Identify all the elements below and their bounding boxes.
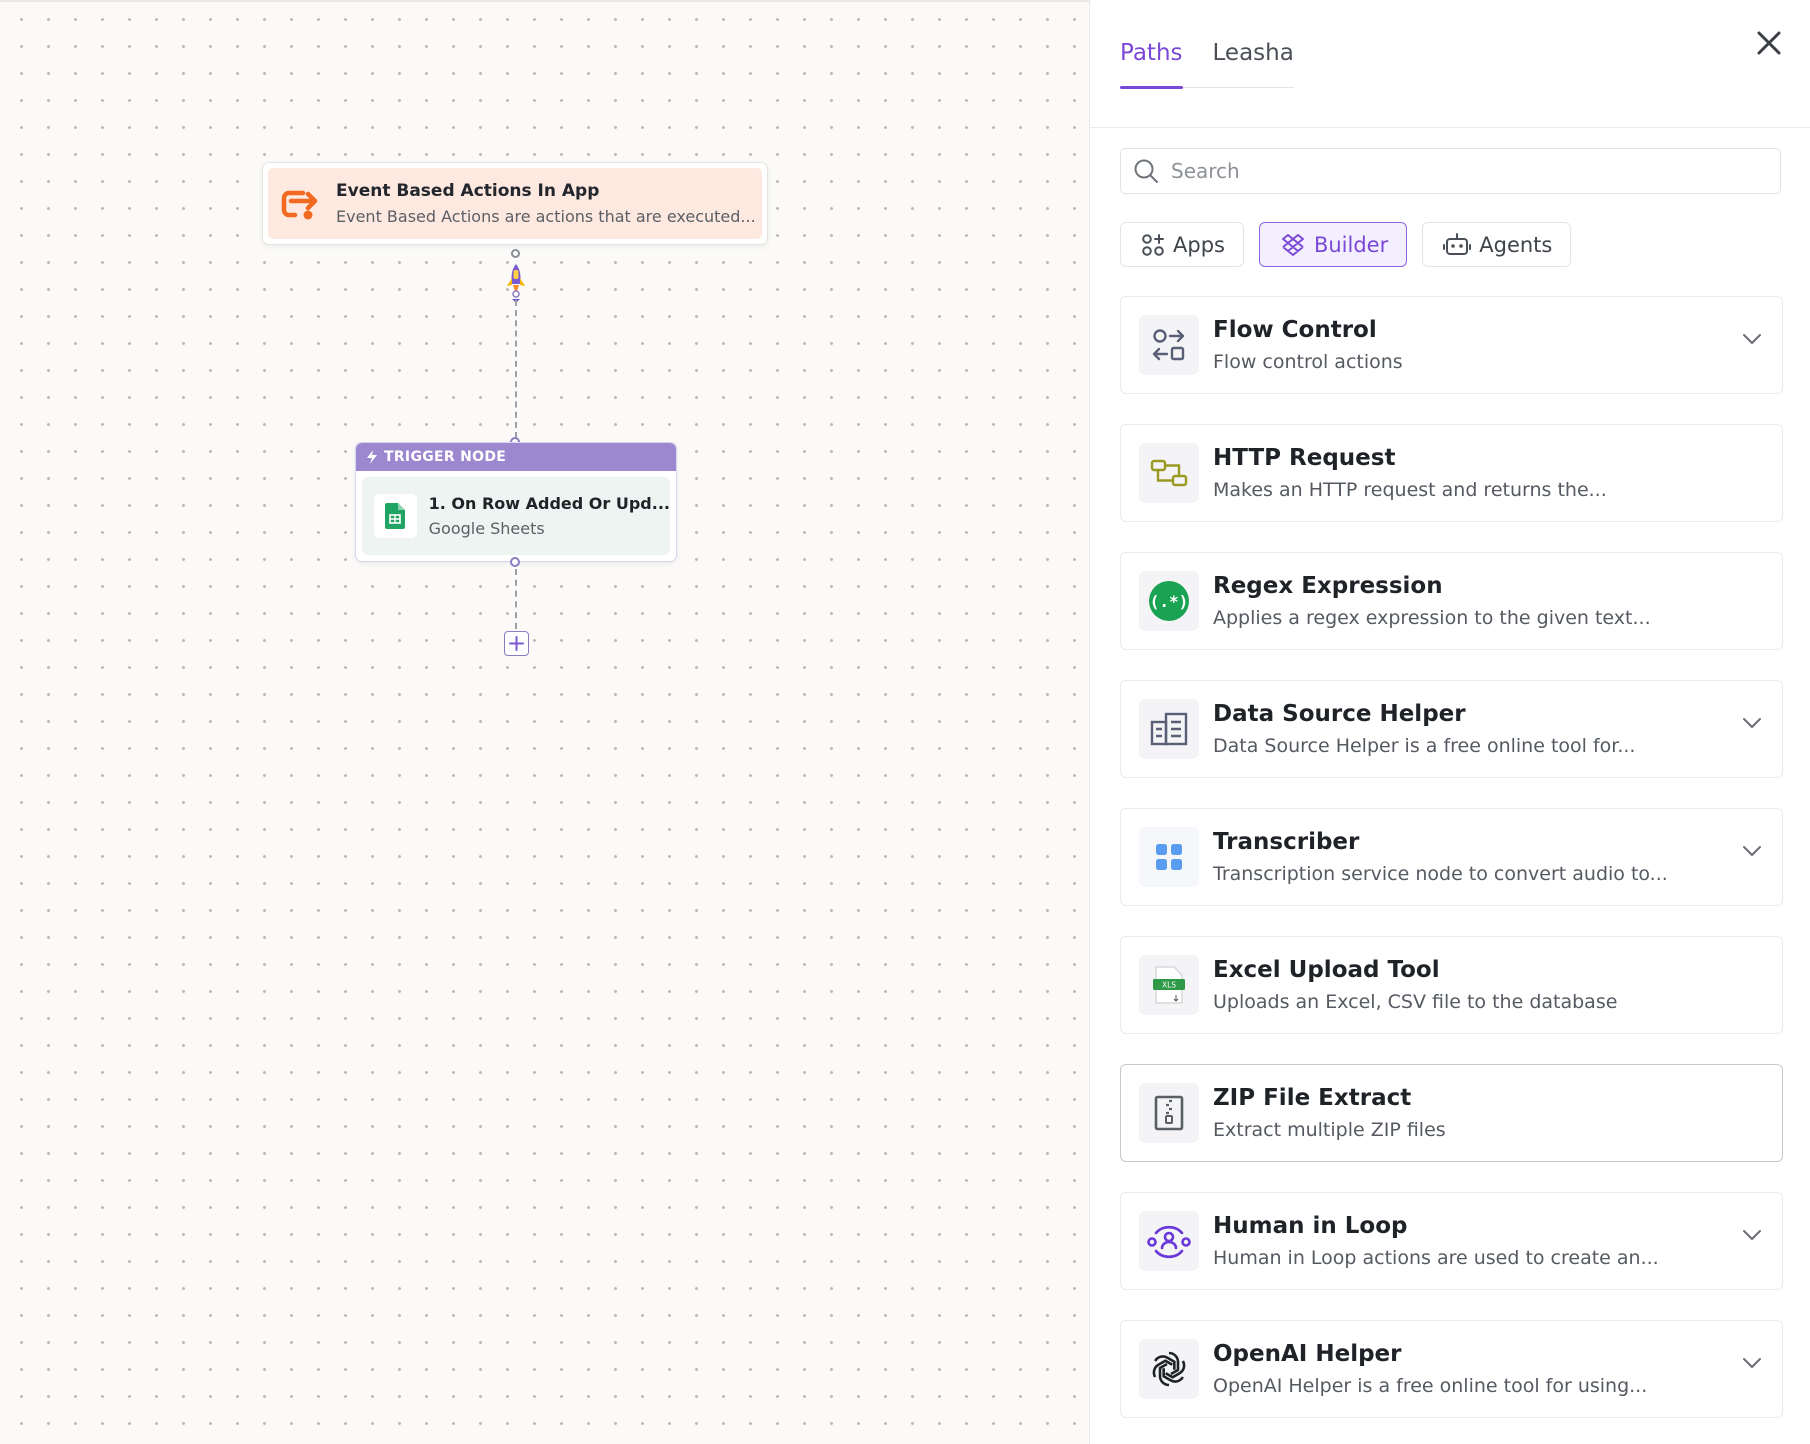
- item-description: Data Source Helper is a free online tool…: [1213, 735, 1636, 757]
- list-item-human-in-loop[interactable]: Human in Loop Human in Loop actions are …: [1120, 1192, 1783, 1290]
- item-description: Human in Loop actions are used to create…: [1213, 1247, 1659, 1269]
- panel-divider: [1090, 127, 1810, 128]
- list-item-excel-upload-tool[interactable]: XLS Excel Upload Tool Uploads an Excel, …: [1120, 936, 1783, 1034]
- list-item-http-request[interactable]: HTTP Request Makes an HTTP request and r…: [1120, 424, 1783, 522]
- list-item-regex-expression[interactable]: (.*) Regex Expression Applies a regex ex…: [1120, 552, 1783, 650]
- item-description: Flow control actions: [1213, 351, 1403, 373]
- filter-apps[interactable]: Apps: [1120, 222, 1244, 267]
- builder-icon: [1282, 233, 1304, 256]
- lightning-icon: [367, 450, 377, 464]
- filter-agents[interactable]: Agents: [1422, 222, 1572, 267]
- add-node-button[interactable]: [504, 631, 529, 656]
- plus-icon: [509, 636, 524, 651]
- trigger-node-label: TRIGGER NODE: [384, 449, 507, 465]
- chevron-down-icon[interactable]: [1742, 333, 1762, 345]
- item-title: Human in Loop: [1213, 1213, 1408, 1239]
- trigger-node[interactable]: TRIGGER NODE 1. On Row Added Or Upd... G…: [355, 442, 677, 562]
- item-title: Transcriber: [1213, 829, 1360, 855]
- item-title: HTTP Request: [1213, 445, 1396, 471]
- trigger-node-subtitle: Google Sheets: [428, 519, 545, 538]
- item-title: OpenAI Helper: [1213, 1341, 1402, 1367]
- openai-icon: [1139, 1339, 1199, 1399]
- tab-paths[interactable]: Paths: [1120, 36, 1183, 89]
- event-node-subtitle: Event Based Actions are actions that are…: [336, 207, 756, 226]
- trigger-node-header: TRIGGER NODE: [356, 443, 676, 471]
- item-description: Transcription service node to convert au…: [1213, 863, 1668, 885]
- item-description: OpenAI Helper is a free online tool for …: [1213, 1375, 1648, 1397]
- item-title: Flow Control: [1213, 317, 1377, 343]
- panel-tabs: Paths Leasha: [1120, 36, 1294, 89]
- canvas-top-border: [0, 0, 1089, 2]
- item-description: Applies a regex expression to the given …: [1213, 607, 1651, 629]
- event-node-body: Event Based Actions In App Event Based A…: [268, 168, 762, 239]
- chevron-down-icon[interactable]: [1742, 1357, 1762, 1369]
- google-sheets-icon: [374, 494, 417, 538]
- trigger-node-body: 1. On Row Added Or Upd... Google Sheets: [362, 477, 670, 555]
- list-item-data-source-helper[interactable]: Data Source Helper Data Source Helper is…: [1120, 680, 1783, 778]
- item-title: Regex Expression: [1213, 573, 1443, 599]
- close-button[interactable]: [1754, 28, 1784, 58]
- item-description: Uploads an Excel, CSV file to the databa…: [1213, 991, 1618, 1013]
- event-redirect-icon: [280, 183, 322, 225]
- chevron-down-icon[interactable]: [1742, 717, 1762, 729]
- search-box[interactable]: [1120, 148, 1781, 194]
- list-item-transcriber[interactable]: Transcriber Transcription service node t…: [1120, 808, 1783, 906]
- connector-edge-2: [515, 569, 517, 629]
- trigger-output-port[interactable]: [510, 557, 520, 567]
- human-in-loop-icon: [1139, 1211, 1199, 1271]
- list-item-flow-control[interactable]: Flow Control Flow control actions: [1120, 296, 1783, 394]
- apps-icon: [1142, 233, 1164, 256]
- list-item-openai-helper[interactable]: OpenAI Helper OpenAI Helper is a free on…: [1120, 1320, 1783, 1418]
- chevron-down-icon[interactable]: [1742, 845, 1762, 857]
- chevron-down-icon[interactable]: [1742, 1229, 1762, 1241]
- item-title: Excel Upload Tool: [1213, 957, 1440, 983]
- node-list: Flow Control Flow control actions HTTP R…: [1120, 296, 1783, 1444]
- event-node[interactable]: Event Based Actions In App Event Based A…: [262, 162, 768, 245]
- item-title: ZIP File Extract: [1213, 1085, 1412, 1111]
- list-item-zip-file-extract[interactable]: ZIP File Extract Extract multiple ZIP fi…: [1120, 1064, 1783, 1162]
- filter-builder-label: Builder: [1313, 232, 1389, 257]
- regex-icon: (.*): [1139, 571, 1199, 631]
- svg-text:XLS: XLS: [1162, 981, 1176, 990]
- transcriber-icon: [1139, 827, 1199, 887]
- filter-agents-label: Agents: [1479, 232, 1553, 257]
- http-request-icon: [1139, 443, 1199, 503]
- connector-edge-1: [515, 300, 517, 438]
- zip-file-icon: [1139, 1083, 1199, 1143]
- tab-leasha[interactable]: Leasha: [1213, 36, 1294, 88]
- item-description: Makes an HTTP request and returns the...: [1213, 479, 1607, 501]
- item-title: Data Source Helper: [1213, 701, 1466, 727]
- excel-file-icon: XLS: [1139, 955, 1199, 1015]
- data-source-icon: [1139, 699, 1199, 759]
- workflow-canvas[interactable]: Event Based Actions In App Event Based A…: [0, 0, 1089, 1444]
- flow-control-icon: [1139, 315, 1199, 375]
- search-input[interactable]: [1171, 159, 1731, 183]
- close-icon: [1757, 31, 1781, 55]
- search-icon: [1134, 159, 1158, 183]
- node-picker-panel: Paths Leasha Apps Builder: [1089, 0, 1810, 1444]
- agent-robot-icon: [1443, 232, 1472, 255]
- category-filters: Apps Builder Agents: [1120, 222, 1586, 267]
- item-description: Extract multiple ZIP files: [1213, 1119, 1446, 1141]
- filter-builder[interactable]: Builder: [1258, 222, 1408, 267]
- event-node-title: Event Based Actions In App: [336, 181, 600, 201]
- svg-text:(.*): (.*): [1150, 592, 1189, 611]
- event-output-port[interactable]: [511, 249, 520, 258]
- filter-apps-label: Apps: [1173, 232, 1225, 257]
- trigger-node-title: 1. On Row Added Or Upd...: [428, 494, 670, 513]
